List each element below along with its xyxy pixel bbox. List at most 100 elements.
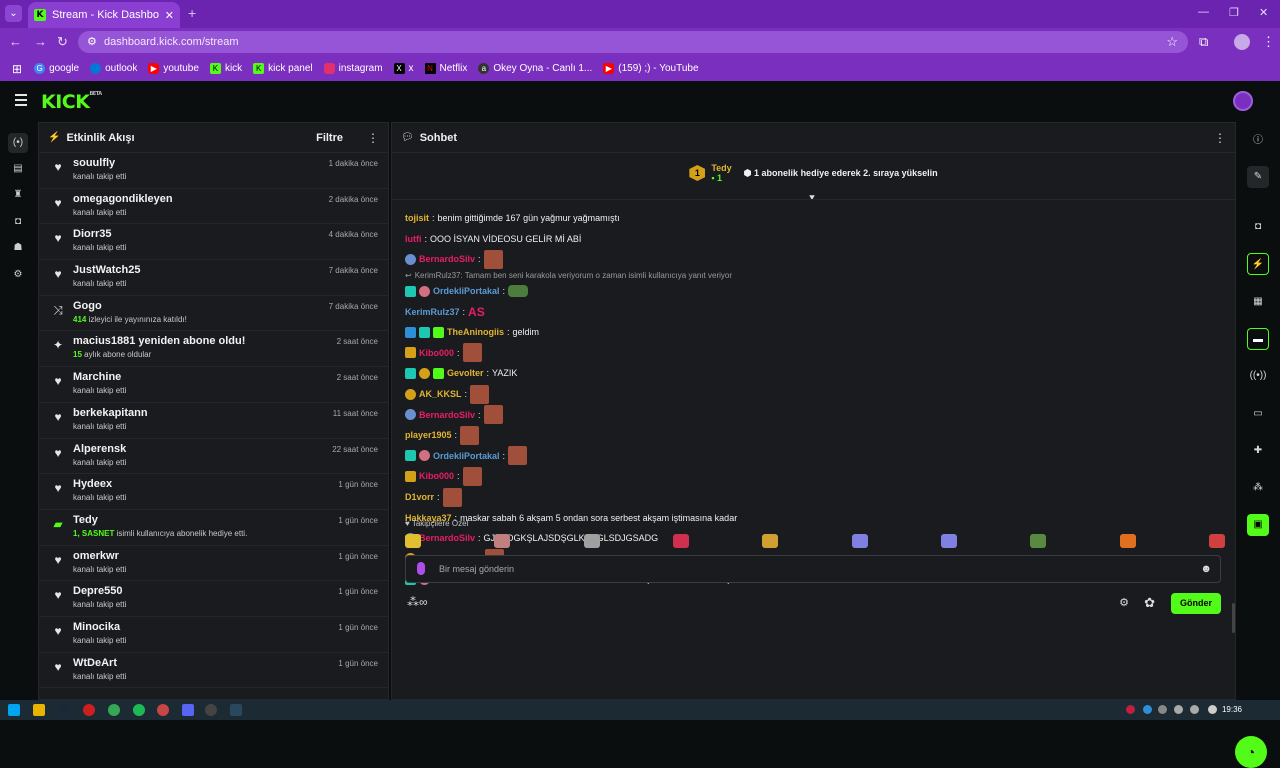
dashboard-nav-icon[interactable]: ▤ [8,159,28,179]
activity-item[interactable]: ♥ souulfly kanalı takip etti 1 dakika ön… [39,153,388,189]
activity-item[interactable]: ♥ Minocika kanalı takip etti 1 gün önce [39,617,388,653]
tab-search-icon[interactable]: ⌄ [5,5,22,22]
chat-username[interactable]: Kibo000 [419,471,454,481]
chat-username[interactable]: BernardoSilv [419,410,475,420]
emote-icon[interactable] [405,534,421,548]
chat-username[interactable]: D1vorr [405,492,434,502]
chat-input[interactable]: Bir mesaj gönderin ☻ [405,555,1221,583]
activity-item[interactable]: ♥ Alperensk kanalı takip etti 22 saat ön… [39,439,388,475]
close-window-icon[interactable]: ✕ [1259,6,1268,19]
gift-leaderboard-banner[interactable]: 1 Tedy ▪ 1 ⬢ 1 abonelik hediye ederek 2.… [392,153,1235,193]
bookmark-outlook[interactable]: outlook [90,63,137,74]
activity-toggle-icon[interactable]: ⚡ [1247,253,1269,275]
emote-icon[interactable] [483,249,503,269]
chat-username[interactable]: player1905 [405,430,452,440]
bookmark-youtube-video[interactable]: ▶ (159) ;) - YouTube [603,63,699,74]
close-tab-icon[interactable]: ✕ [165,9,174,22]
kick-points-icon[interactable]: ⁂∞ [407,595,428,609]
emote-icon[interactable] [442,487,462,507]
emote-icon[interactable] [462,343,482,363]
bookmark-star-icon[interactable]: ☆ [1166,34,1178,50]
bookmark-kick-panel[interactable]: Kkick panel [253,63,313,74]
community-icon[interactable]: ⁂ [1247,477,1269,499]
chat-toggle-icon[interactable]: ▬ [1247,328,1269,350]
chat-username[interactable]: tojisit [405,213,429,223]
chat-username[interactable]: Gevolter [447,368,484,378]
tray-volume-icon[interactable] [1174,705,1183,714]
chat-username[interactable]: BernardoSilv [419,254,475,264]
info-icon[interactable]: ⓘ [1247,130,1269,152]
emote-icon[interactable] [762,534,779,548]
emote-icon[interactable] [672,534,689,548]
stream-nav-icon[interactable]: (•) [8,133,28,153]
browser-profile-avatar[interactable] [1234,34,1250,50]
spotify-icon[interactable] [133,704,145,716]
capture-icon[interactable]: ◘ [1247,216,1269,238]
avatar-badge-icon[interactable] [419,450,430,462]
activity-item[interactable]: ♥ Hydeex kanalı takip etti 1 gün önce [39,474,388,510]
chat-username[interactable]: Kibo000 [419,348,454,358]
new-tab-icon[interactable]: + [188,5,196,21]
restore-icon[interactable]: ❐ [1229,6,1239,19]
avatar-badge-icon[interactable] [419,285,430,297]
video-editor-icon[interactable]: ▣ [1247,514,1269,536]
trophy-nav-icon[interactable]: ♜ [8,185,28,205]
emote-icon[interactable] [508,285,529,298]
subscriber-badge-icon[interactable] [405,285,416,297]
bookmark-netflix[interactable]: N Netflix [424,63,467,74]
activity-item[interactable]: ♥ Marchine kanalı takip etti 2 saat önce [39,367,388,403]
tray-app-icon[interactable] [1126,705,1135,714]
chrome-icon[interactable] [108,704,120,716]
chat-scrollbar[interactable] [1232,603,1235,633]
chat-username[interactable]: OrdekliPortakal [433,286,500,296]
chat-username[interactable]: AK_KKSL [419,389,462,399]
opera-icon[interactable] [83,704,95,716]
tray-battery-icon[interactable] [1190,705,1199,714]
subscriber-badge-icon[interactable] [419,326,430,338]
emote-icon[interactable] [851,534,868,548]
gift-sub-icon[interactable]: ✿ [1144,595,1155,611]
bookmark-okey[interactable]: a Okey Oyna - Canlı 1... [478,63,592,74]
bookmark-google[interactable]: Ggoogle [34,63,79,74]
emote-icon[interactable] [470,384,490,404]
subscriber-badge-icon[interactable] [405,367,416,379]
emote-icon[interactable] [583,534,600,548]
support-chat-icon[interactable]: ◔ [1235,736,1267,768]
tray-language-icon[interactable] [1208,705,1217,714]
forward-icon[interactable]: → [34,34,47,49]
broadcast-icon[interactable]: ((•)) [1247,365,1269,387]
menu-icon[interactable] [15,94,27,109]
minimize-icon[interactable]: — [1198,6,1209,18]
activity-item[interactable]: ♥ Diorr35 kanalı takip etti 4 dakika önc… [39,224,388,261]
bookmark-instagram[interactable]: instagram [323,63,383,74]
browser-menu-icon[interactable]: ⋮ [1262,34,1275,50]
user-avatar[interactable] [1233,91,1253,111]
reload-icon[interactable]: ↻ [57,34,68,50]
activity-item[interactable]: ♥ JustWatch25 kanalı takip etti 7 dakika… [39,260,388,296]
emote-icon[interactable] [483,405,503,425]
emote-icon[interactable] [508,446,528,466]
tools-icon[interactable]: ✚ [1247,440,1269,462]
site-info-icon[interactable]: ⚙ [87,35,97,48]
steam-icon[interactable] [58,704,70,716]
activity-item[interactable]: ♥ Depre550 kanalı takip etti 1 gün önce [39,581,388,617]
gifter-badge-icon[interactable] [405,388,416,400]
tray-network-icon[interactable] [1143,705,1152,714]
activity-item[interactable]: ♥ omerkwr kanalı takip etti 1 gün önce [39,546,388,582]
activity-item[interactable]: ▰ Tedy 1, SASNET isimli kullanıcıya abon… [39,510,388,546]
subscriber-badge-icon[interactable] [405,450,416,462]
bookmark-kick[interactable]: Kkick [209,63,242,74]
verified-badge-icon[interactable] [405,326,416,338]
community-nav-icon[interactable]: ☗ [8,238,28,258]
mic-icon[interactable] [417,562,425,575]
obs-icon[interactable] [205,704,217,716]
activity-item[interactable]: ⤨ Gogo 414 izleyici ile yayınınıza katıl… [39,296,388,332]
gifter-badge-icon[interactable] [419,367,430,379]
emote-icon[interactable] [940,534,957,548]
crown-badge-icon[interactable] [405,470,416,482]
extensions-icon[interactable]: ⧉ [1199,34,1208,50]
send-button[interactable]: Gönder [1171,593,1221,614]
kick-logo[interactable]: KICKBETA [41,91,102,113]
activity-item[interactable]: ✦ macius1881 yeniden abone oldu! 15 aylı… [39,331,388,368]
activity-item[interactable]: ♥ WtDeArt kanalı takip etti 1 gün önce [39,653,388,689]
